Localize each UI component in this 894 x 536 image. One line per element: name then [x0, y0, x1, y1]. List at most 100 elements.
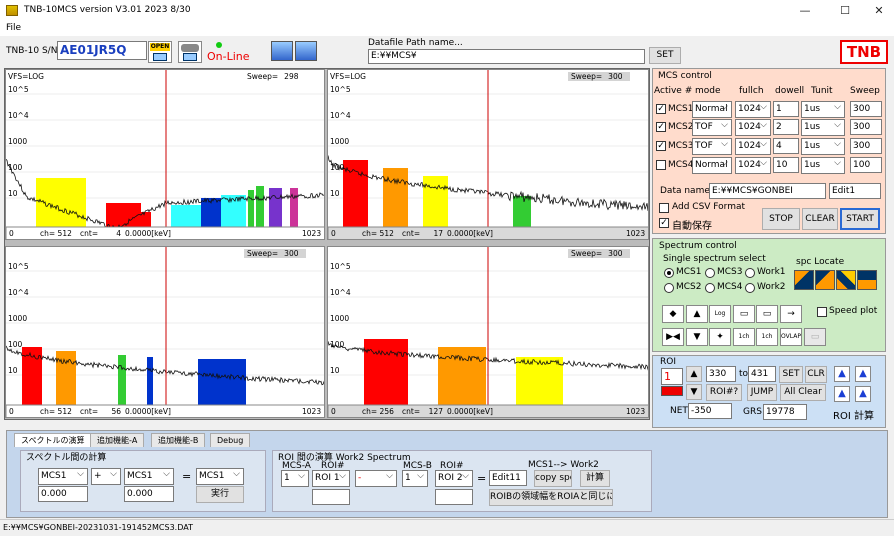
roi-calc-roi-a[interactable]: ROI 1	[312, 470, 350, 487]
step-left-icon[interactable]: 1ch	[733, 328, 755, 346]
roi-peak-up-icon[interactable]: ▲	[834, 366, 850, 382]
locate-3-icon[interactable]	[836, 270, 856, 290]
mcs-sweep-field[interactable]: 300	[850, 138, 882, 154]
calc-a-select[interactable]: MCS1	[38, 468, 88, 485]
stop-button[interactable]: STOP	[762, 208, 800, 230]
spectrum-radio-work2[interactable]	[745, 283, 755, 293]
roi-peak-up2-icon[interactable]: ▲	[855, 366, 871, 382]
roi-from-field[interactable]: 330	[706, 366, 736, 382]
roi-calc-mcs-a[interactable]: 1	[281, 470, 309, 487]
close-device-button[interactable]	[178, 41, 202, 63]
csv-checkbox[interactable]	[659, 203, 669, 213]
roi-query-button[interactable]: ROI#?	[706, 384, 742, 401]
mcs-active-checkbox[interactable]: ✓	[656, 141, 666, 151]
step-right-icon[interactable]: 1ch	[756, 328, 778, 346]
log-icon[interactable]: Log	[709, 305, 731, 323]
autosave-checkbox[interactable]: ✓	[659, 218, 669, 228]
mcs-mode-select[interactable]: TOF	[692, 119, 732, 136]
roi-up-button[interactable]: ▲	[686, 366, 702, 382]
roi-grs-field[interactable]: 19778	[763, 404, 807, 420]
dataname-field[interactable]: E:¥¥MCS¥GONBEI	[709, 183, 826, 199]
datafile-set-button[interactable]: SET	[649, 47, 681, 64]
roi-width-same-button[interactable]: ROIBの領域幅をROIAと同じにする	[489, 489, 613, 506]
mcs-sweep-field[interactable]: 300	[850, 101, 882, 117]
calc-exec-button[interactable]: 実行	[196, 486, 244, 503]
copy-spc-button[interactable]: copy spc	[534, 470, 572, 487]
close-button[interactable]: ✕	[869, 3, 889, 19]
mcs-fullch-select[interactable]: 1024	[735, 119, 771, 136]
mcs-dowell-field[interactable]: 2	[773, 119, 799, 135]
export-chart-icon[interactable]	[271, 41, 293, 61]
tab-spectrum-calc[interactable]: スペクトルの演算	[14, 433, 92, 447]
marker-icon[interactable]: ✦	[709, 328, 731, 346]
overlap-icon[interactable]: OVLAP	[780, 328, 802, 346]
roi-calc-b-value[interactable]	[435, 489, 473, 505]
calc-result-select[interactable]: MCS1	[196, 468, 244, 485]
mcs-mode-select[interactable]: TOF	[692, 138, 732, 155]
roi-calc-mcs-b[interactable]: 1	[402, 470, 428, 487]
mcs-mode-select[interactable]: Normal	[692, 157, 732, 174]
mcs-dowell-field[interactable]: 10	[773, 157, 799, 173]
mcs-tunit-select[interactable]: 1us	[801, 157, 845, 174]
roi-calc-a-value[interactable]	[312, 489, 350, 505]
roi-set-button[interactable]: SET	[779, 366, 803, 383]
edit1-field[interactable]: Edit1	[829, 183, 881, 199]
mcs-dowell-field[interactable]: 4	[773, 138, 799, 154]
locate-4-icon[interactable]	[857, 270, 877, 290]
mcs-sweep-field[interactable]: 300	[850, 119, 882, 135]
mcs-sweep-field[interactable]: 100	[850, 157, 882, 173]
mcs-active-checkbox[interactable]: ✓	[656, 122, 666, 132]
speed-plot-checkbox[interactable]	[817, 307, 827, 317]
spectrum-radio-mcs1[interactable]	[664, 268, 674, 278]
mcs-tunit-select[interactable]: 1us	[801, 138, 845, 155]
spectrum-radio-mcs2[interactable]	[664, 283, 674, 293]
clear-button[interactable]: CLEAR	[802, 208, 838, 230]
spectrum-radio-work1[interactable]	[745, 268, 755, 278]
roi-calc-roi-b[interactable]: ROI 2	[435, 470, 473, 487]
roi-jump-button[interactable]: JUMP	[747, 384, 777, 401]
calc-a-factor[interactable]: 0.000	[38, 486, 88, 502]
down-arrow-icon[interactable]: ▼	[686, 328, 708, 346]
minimize-button[interactable]: —	[795, 3, 815, 19]
spectrum-radio-mcs3[interactable]	[705, 268, 715, 278]
locate-2-icon[interactable]	[815, 270, 835, 290]
mcs-tunit-select[interactable]: 1us	[801, 119, 845, 136]
mcs-tunit-select[interactable]: 1us	[801, 101, 845, 118]
roi-down-button[interactable]: ▼	[686, 384, 702, 400]
spectrum-plot-work[interactable]: 10^5 10^4 1000 100 10 Sweep= 300 0 ch= 256 cnt= 12…	[327, 246, 649, 418]
roi-peak-down2-icon[interactable]: ▲	[855, 386, 871, 402]
roi-calc-button[interactable]: 計算	[580, 470, 610, 487]
roi-clr-button[interactable]: CLR	[805, 366, 827, 383]
bowtie-icon[interactable]: ▶◀	[662, 328, 684, 346]
roi-color-swatch[interactable]	[661, 386, 683, 396]
roi-net-field[interactable]: -350	[688, 403, 732, 419]
up-arrow-icon[interactable]: ▲	[686, 305, 708, 323]
roi-peak-down-icon[interactable]: ▲	[834, 386, 850, 402]
roi-calc-op[interactable]: -	[355, 470, 397, 487]
spectrum-plot-mcs1[interactable]: 10^5 10^4 1000 100 10 VFS=LOG Sweep= 298 0 ch= 51…	[5, 69, 325, 240]
shrink-icon[interactable]: ▭	[756, 305, 778, 323]
tab-extra-b[interactable]: 追加機能-B	[151, 433, 206, 447]
spectrum-plot-mcs3[interactable]: 10^5 10^4 1000 100 10 Sweep= 300 0 ch= 512 cnt= 56…	[5, 246, 325, 418]
calc-op-select[interactable]: +	[91, 468, 121, 485]
sn-field[interactable]: AE01JR5Q	[57, 41, 147, 60]
mcs-mode-select[interactable]: Normal	[692, 101, 732, 118]
diamond-icon[interactable]: ◆	[662, 305, 684, 323]
roi-index-field[interactable]: 1	[661, 368, 683, 385]
maximize-button[interactable]: ☐	[835, 3, 855, 19]
expand-icon[interactable]: ▭	[733, 305, 755, 323]
menu-file[interactable]: File	[6, 23, 21, 33]
roi-calc-edit11[interactable]: Edit11	[489, 470, 527, 486]
calc-b-factor[interactable]: 0.000	[124, 486, 174, 502]
open-button[interactable]: OPEN	[148, 41, 172, 63]
mcs-active-checkbox[interactable]: ✓	[656, 104, 666, 114]
mcs-fullch-select[interactable]: 1024	[735, 101, 771, 118]
import-chart-icon[interactable]	[295, 41, 317, 61]
locate-1-icon[interactable]	[794, 270, 814, 290]
mcs-fullch-select[interactable]: 1024	[735, 157, 771, 174]
spectrum-radio-mcs4[interactable]	[705, 283, 715, 293]
datafile-path-field[interactable]: E:¥¥MCS¥	[368, 49, 645, 64]
mcs-dowell-field[interactable]: 1	[773, 101, 799, 117]
calc-b-select[interactable]: MCS1	[124, 468, 174, 485]
roi-all-clear-button[interactable]: All Clear	[780, 384, 826, 401]
